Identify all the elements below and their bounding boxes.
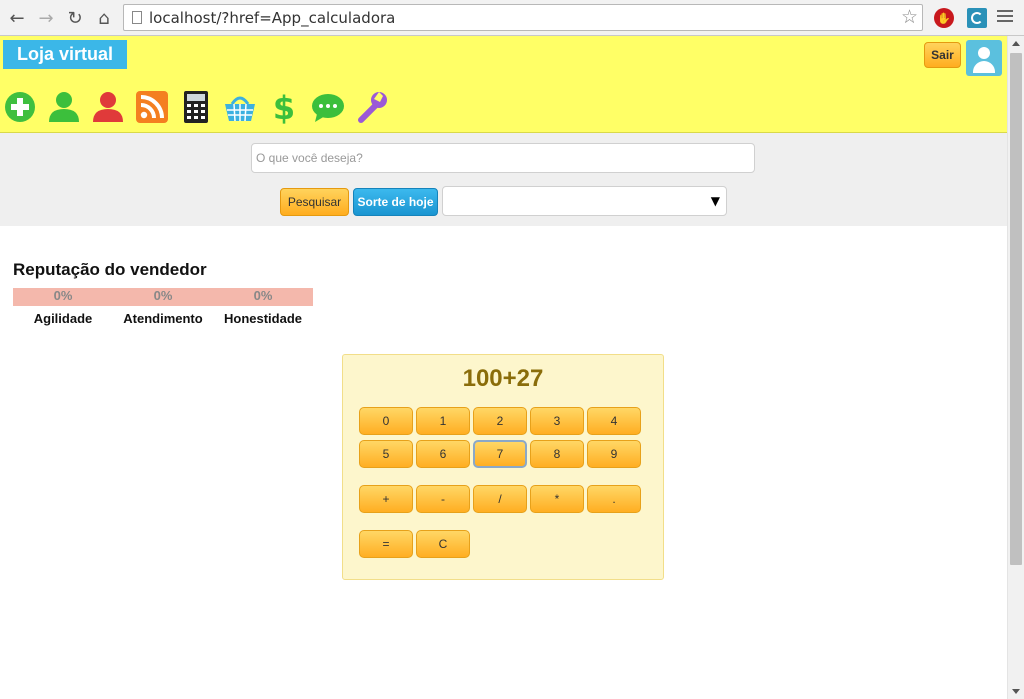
browser-toolbar: ← → ↻ ⌂ localhost/?href=App_calculadora … <box>0 0 1024 36</box>
key-5[interactable]: 5 <box>359 440 413 468</box>
address-bar[interactable]: localhost/?href=App_calculadora ☆ <box>123 4 923 31</box>
page-scrollbar[interactable] <box>1007 36 1024 699</box>
search-input[interactable] <box>251 143 755 173</box>
avatar[interactable] <box>966 40 1002 76</box>
key-divide[interactable]: / <box>473 485 527 513</box>
reputation-value: 0% <box>253 288 273 303</box>
reputation-value: 0% <box>153 288 173 303</box>
reputation-label: Atendimento <box>123 311 203 326</box>
reputation-bar: 0% 0% 0% <box>13 288 313 306</box>
user-red-icon[interactable] <box>91 90 125 124</box>
home-icon[interactable]: ⌂ <box>93 7 115 29</box>
back-icon[interactable]: ← <box>6 7 28 29</box>
wrench-icon[interactable] <box>355 90 389 124</box>
scroll-up-arrow[interactable] <box>1012 41 1020 46</box>
add-icon[interactable] <box>3 90 37 124</box>
reputation-title: Reputação do vendedor <box>13 260 207 279</box>
key-1[interactable]: 1 <box>416 407 470 435</box>
page-icon <box>132 11 142 24</box>
rss-icon[interactable] <box>135 90 169 124</box>
brand-logo[interactable]: Loja virtual <box>3 40 128 69</box>
svg-text:$: $ <box>273 90 295 124</box>
basket-icon[interactable] <box>223 90 257 124</box>
forward-icon[interactable]: → <box>35 7 57 29</box>
key-8[interactable]: 8 <box>530 440 584 468</box>
reputation-label: Agilidade <box>33 311 93 326</box>
reputation-value: 0% <box>53 288 73 303</box>
key-9[interactable]: 9 <box>587 440 641 468</box>
key-clear[interactable]: C <box>416 530 470 558</box>
category-select[interactable]: ▼ <box>442 186 727 216</box>
key-decimal[interactable]: . <box>587 485 641 513</box>
key-plus[interactable]: + <box>359 485 413 513</box>
luck-button[interactable]: Sorte de hoje <box>353 188 438 216</box>
calculator-display: 100+27 <box>462 365 544 392</box>
reputation-labels: Agilidade Atendimento Honestidade <box>13 311 313 326</box>
reload-icon[interactable]: ↻ <box>64 7 86 29</box>
key-equals[interactable]: = <box>359 530 413 558</box>
search-button[interactable]: Pesquisar <box>280 188 349 216</box>
chat-icon[interactable] <box>311 90 345 124</box>
key-6[interactable]: 6 <box>416 440 470 468</box>
key-multiply[interactable]: * <box>530 485 584 513</box>
key-7[interactable]: 7 <box>473 440 527 468</box>
site-header: Loja virtual Sair $ <box>0 36 1007 133</box>
dollar-icon[interactable]: $ <box>267 90 301 124</box>
key-4[interactable]: 4 <box>587 407 641 435</box>
logout-button[interactable]: Sair <box>924 42 961 68</box>
stop-hand-icon[interactable]: ✋ <box>934 8 954 28</box>
key-2[interactable]: 2 <box>473 407 527 435</box>
key-3[interactable]: 3 <box>530 407 584 435</box>
address-url[interactable]: localhost/?href=App_calculadora <box>149 9 395 27</box>
calculator-panel: 100+27 0 1 2 3 4 5 6 7 8 9 + - / * . = C <box>342 354 664 580</box>
scroll-thumb[interactable] <box>1010 53 1022 565</box>
menu-icon[interactable] <box>997 10 1013 25</box>
bookmark-star-icon[interactable]: ☆ <box>901 6 918 28</box>
chevron-down-icon: ▼ <box>710 194 720 208</box>
key-0[interactable]: 0 <box>359 407 413 435</box>
search-section: Pesquisar Sorte de hoje ▼ <box>0 133 1007 226</box>
reputation-label: Honestidade <box>223 311 302 326</box>
spiral-icon[interactable] <box>967 8 987 28</box>
key-minus[interactable]: - <box>416 485 470 513</box>
user-green-icon[interactable] <box>47 90 81 124</box>
scroll-down-arrow[interactable] <box>1012 689 1020 694</box>
calculator-icon[interactable] <box>179 90 213 124</box>
